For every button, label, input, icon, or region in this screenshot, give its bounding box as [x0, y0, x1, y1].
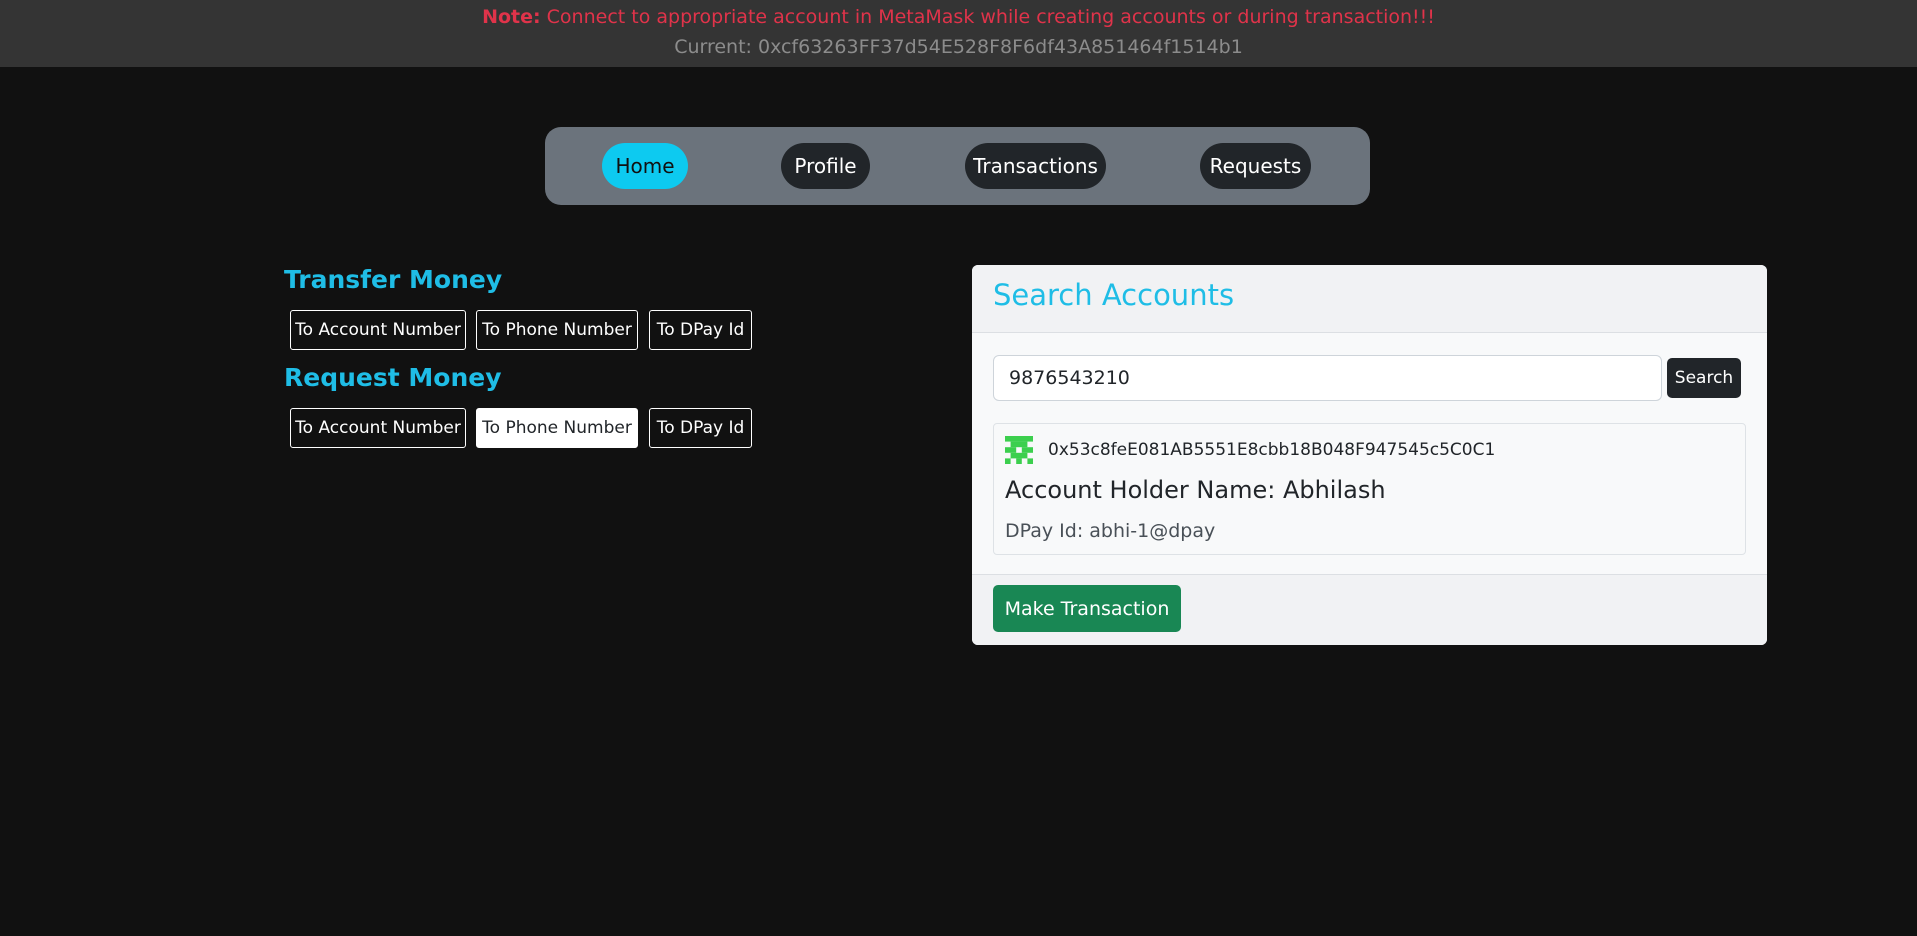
identicon-icon — [1005, 436, 1033, 464]
notice-message-line: Note: Connect to appropriate account in … — [0, 6, 1917, 28]
request-to-dpay-id-button[interactable]: To DPay Id — [649, 408, 752, 448]
card-header: Search Accounts — [972, 265, 1767, 333]
nav-profile[interactable]: Profile — [781, 143, 870, 189]
nav-home[interactable]: Home — [602, 143, 688, 189]
notice-label: Note: — [482, 6, 541, 28]
search-button[interactable]: Search — [1667, 358, 1741, 398]
search-input[interactable] — [993, 355, 1662, 401]
account-result: 0x53c8feE081AB5551E8cbb18B048F947545c5C0… — [993, 423, 1746, 555]
current-account: Current: 0xcf63263FF37d54E528F8F6df43A85… — [674, 36, 1243, 58]
account-holder-name: Account Holder Name: Abhilash — [1005, 476, 1386, 504]
nav-requests[interactable]: Requests — [1200, 143, 1311, 189]
transfer-to-account-number-button[interactable]: To Account Number — [290, 310, 466, 350]
notice-bar: Note: Connect to appropriate account in … — [0, 0, 1917, 67]
transfer-money-heading: Transfer Money — [284, 265, 503, 294]
request-to-phone-number-button[interactable]: To Phone Number — [476, 408, 638, 448]
request-to-account-number-button[interactable]: To Account Number — [290, 408, 466, 448]
transfer-to-phone-number-button[interactable]: To Phone Number — [476, 310, 638, 350]
card-title: Search Accounts — [993, 278, 1235, 312]
dpay-id: DPay Id: abhi-1@dpay — [1005, 520, 1216, 542]
transfer-to-dpay-id-button[interactable]: To DPay Id — [649, 310, 752, 350]
notice-message: Connect to appropriate account in MetaMa… — [546, 6, 1435, 28]
make-transaction-button[interactable]: Make Transaction — [993, 585, 1181, 632]
main-nav: Home Profile Transactions Requests — [545, 127, 1370, 205]
account-address: 0x53c8feE081AB5551E8cbb18B048F947545c5C0… — [1048, 440, 1496, 460]
card-footer: Make Transaction — [972, 574, 1767, 645]
request-money-heading: Request Money — [284, 363, 502, 392]
search-accounts-card: Search Accounts Search 0x53c8feE081AB555… — [972, 265, 1767, 645]
nav-transactions[interactable]: Transactions — [965, 143, 1106, 189]
